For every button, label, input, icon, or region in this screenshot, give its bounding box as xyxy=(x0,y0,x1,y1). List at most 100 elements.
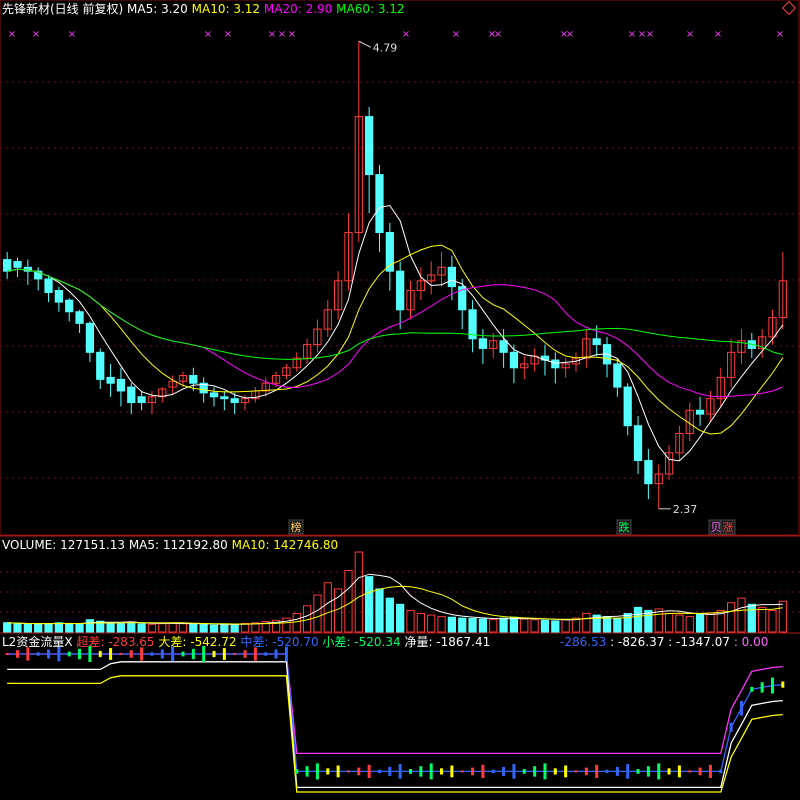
volume-bar xyxy=(706,612,715,633)
flow-tick xyxy=(667,768,671,775)
flow-tick xyxy=(708,764,712,779)
ma60-label: MA60: 3.12 xyxy=(336,2,405,16)
volume-bar xyxy=(768,609,777,633)
volume-bar xyxy=(127,621,136,633)
flow-tick xyxy=(67,651,71,657)
volume-bar xyxy=(747,603,756,633)
volume-bar xyxy=(530,619,539,633)
flow-tick xyxy=(253,647,257,661)
flow-tick xyxy=(688,770,692,773)
ma20-label: MA20: 2.90 xyxy=(263,2,333,16)
flow-tick xyxy=(295,769,299,774)
x-mark-icon: × xyxy=(494,29,502,40)
flow-tick xyxy=(388,766,392,776)
flow-tick xyxy=(636,769,640,774)
flow-tick xyxy=(119,653,123,655)
candle-body xyxy=(44,278,53,293)
volume-bar xyxy=(34,623,43,633)
flow-tick xyxy=(770,677,774,694)
candle-body xyxy=(189,375,198,384)
volume-bar xyxy=(365,576,374,633)
flow-tick xyxy=(26,647,30,661)
flow-tick xyxy=(760,682,764,693)
volume-bar xyxy=(602,616,612,633)
flow-tick xyxy=(543,763,547,780)
flow-header: L2资金流量X 超差: -283.65 大差: -542.72 中差: -520… xyxy=(2,635,490,649)
candle-body xyxy=(230,398,239,404)
flow-tick xyxy=(491,769,495,774)
chart-canvas[interactable]: × × × × × × × × × × ×× ×× × × × × × ×4.792.37榜跌贝涨 xyxy=(0,0,800,796)
volume-bar xyxy=(509,616,519,633)
flow-tick xyxy=(595,764,599,779)
candle-body xyxy=(499,340,508,353)
candle-body xyxy=(54,289,64,303)
flow-tick xyxy=(719,769,723,774)
volume-bar xyxy=(323,582,332,633)
candle-body xyxy=(96,351,105,380)
flow-tick xyxy=(657,763,661,780)
stock-chart-window[interactable]: × × × × × × × × × × × × × × × × × × × × 4.79 2.37 榜跌贝涨 先锋新材(日线… xyxy=(0,0,800,796)
volume-bar xyxy=(406,609,415,633)
volume-bar xyxy=(758,606,767,633)
candle-body xyxy=(220,396,229,400)
price-header: 先锋新材(日线 前复权) MA5: 3.20 MA10: 3.12 MA20: … xyxy=(2,2,405,16)
volume-bar xyxy=(695,613,705,633)
volume-bar xyxy=(778,600,787,633)
flow-tick xyxy=(471,767,475,776)
flow-tick xyxy=(326,768,330,775)
x-mark-icon: × xyxy=(8,29,16,40)
candle-body xyxy=(365,116,374,176)
flow-medium: 中差: -520.70 xyxy=(240,635,319,649)
flow-tick xyxy=(181,651,185,657)
flow-tick xyxy=(36,652,40,656)
volume-bar xyxy=(499,617,508,633)
flow-tick xyxy=(191,648,195,660)
volume-bar xyxy=(675,614,684,633)
x-mark-icon: × xyxy=(68,29,76,40)
flow-extra-4: : 0.00 xyxy=(733,635,769,649)
flow-tick xyxy=(336,765,340,778)
volume-bar xyxy=(561,619,570,633)
flow-tick xyxy=(233,653,237,655)
volume-bar xyxy=(489,619,498,633)
event-tag: 跌 xyxy=(619,520,630,534)
x-mark-icon: × xyxy=(646,29,654,40)
flow-tick xyxy=(584,767,588,776)
volume-bar xyxy=(106,622,115,633)
flow-tick xyxy=(377,769,381,774)
flow-tick xyxy=(615,766,619,776)
x-mark-icon: × xyxy=(714,29,722,40)
flow-tick xyxy=(264,652,268,656)
flow-tick xyxy=(626,764,630,779)
flow-tick xyxy=(212,650,216,658)
flow-tick xyxy=(729,722,733,732)
flow-tick xyxy=(346,770,350,773)
volume-bar xyxy=(375,588,384,633)
volume-bar xyxy=(737,597,746,633)
candle-body xyxy=(137,396,146,404)
volume-value: VOLUME: 127151.13 xyxy=(2,538,125,552)
volume-bar xyxy=(344,569,353,633)
volume-bar xyxy=(168,622,177,633)
candle-body xyxy=(209,392,219,398)
flow-tick xyxy=(574,770,578,773)
x-mark-icon: × xyxy=(686,29,694,40)
candle-body xyxy=(396,270,405,311)
flow-tick xyxy=(409,769,413,774)
volume-bar xyxy=(633,606,643,633)
candle-body xyxy=(613,363,622,388)
flow-tick xyxy=(357,767,361,776)
volume-bar xyxy=(447,616,457,633)
x-mark-icon: × xyxy=(628,29,636,40)
candle-body xyxy=(592,338,601,346)
flow-tick xyxy=(160,649,164,659)
volume-bar xyxy=(137,623,146,633)
volume-bar xyxy=(44,623,53,633)
volume-bar xyxy=(65,622,74,633)
x-mark-icon: × xyxy=(278,29,286,40)
volume-bar xyxy=(478,618,488,633)
flow-tick xyxy=(553,768,557,775)
candle-body xyxy=(3,259,12,272)
candle-body xyxy=(65,299,74,313)
volume-bar xyxy=(437,616,446,633)
